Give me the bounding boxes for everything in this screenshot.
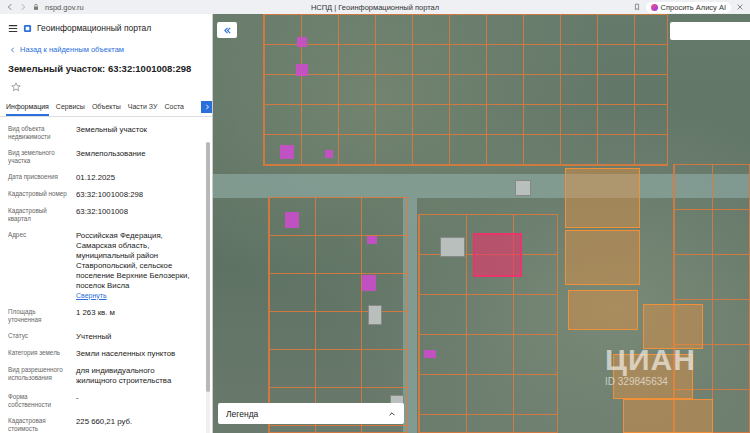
- info-label: Статус: [8, 332, 70, 342]
- info-value: 63:32:1001008: [76, 207, 192, 224]
- extensions-icon[interactable]: [736, 3, 744, 11]
- parcel[interactable]: [643, 304, 703, 349]
- info-label: Вид объекта недвижимости: [8, 125, 70, 142]
- lock-icon: [32, 3, 40, 11]
- tab[interactable]: Части ЗУ: [128, 101, 158, 116]
- tab[interactable]: Соста: [164, 101, 183, 116]
- address-bar[interactable]: nspd.gov.ru: [45, 3, 84, 12]
- tab-bar: Информация Сервисы Объекты Части ЗУ Соста: [0, 101, 212, 117]
- alisa-icon: [651, 4, 658, 11]
- info-label: Адрес: [8, 231, 70, 301]
- back-link[interactable]: Назад к найденным объектам: [0, 37, 212, 54]
- info-value: -: [76, 393, 192, 410]
- info-label: Дата присвоения: [8, 173, 70, 183]
- info-value: Землепользование: [76, 149, 192, 166]
- info-label: Категория земель: [8, 349, 70, 359]
- portal-logo-icon: [23, 24, 32, 33]
- back-arrow-icon[interactable]: [6, 3, 14, 11]
- info-row: Категория земель Земли населенных пункто…: [8, 345, 192, 362]
- chevron-right-icon: [204, 104, 210, 110]
- building[interactable]: [280, 145, 294, 159]
- hamburger-menu-icon[interactable]: [8, 24, 18, 33]
- house-roof: [368, 305, 382, 325]
- tab[interactable]: Информация: [6, 101, 49, 116]
- info-value: Земли населенных пунктов: [76, 349, 192, 359]
- map-search-field[interactable]: [670, 22, 750, 40]
- favorite-star-icon[interactable]: [11, 82, 21, 92]
- building[interactable]: [362, 275, 376, 291]
- info-row: Площадь уточненная 1 263 кв. м: [8, 304, 192, 328]
- info-value: 63:32:1001008:298: [76, 190, 192, 200]
- tab[interactable]: Объекты: [92, 101, 121, 116]
- building[interactable]: [325, 150, 333, 158]
- info-row: Дата присвоения 01.12.2025: [8, 169, 192, 186]
- map-view[interactable]: ЦИАН ID 329845634 Легенда: [213, 14, 750, 433]
- watermark: ЦИАН ID 329845634: [605, 344, 696, 387]
- tab[interactable]: Сервисы: [56, 101, 85, 116]
- parcel[interactable]: [565, 230, 640, 285]
- info-row: Вид земельного участка Землепользование: [8, 145, 192, 169]
- tabs-scroll-button[interactable]: [201, 101, 212, 113]
- house-roof: [440, 237, 465, 257]
- info-label: Площадь уточненная: [8, 308, 70, 325]
- info-value: Земельный участок: [76, 125, 192, 142]
- building[interactable]: [424, 350, 436, 358]
- info-label: Вид разрешенного использования: [8, 366, 70, 386]
- info-label: Кадастровый номер: [8, 190, 70, 200]
- scrollbar-thumb[interactable]: [206, 142, 210, 392]
- info-row: Адрес Российская Федерация, Самарская об…: [8, 227, 192, 304]
- info-label: Кадастровая стоимость: [8, 417, 70, 433]
- collapse-link[interactable]: Свернуть: [76, 291, 192, 301]
- building[interactable]: [296, 64, 308, 76]
- info-value: 225 660,21 руб.: [76, 417, 192, 433]
- object-title: Земельный участок: 63:32:1001008:298: [0, 54, 212, 74]
- selected-parcel[interactable]: [473, 233, 522, 277]
- info-value: 01.12.2025: [76, 173, 192, 183]
- double-chevron-left-icon: [223, 26, 232, 35]
- house-roof: [515, 180, 531, 196]
- bookmark-icon[interactable]: [633, 3, 641, 11]
- chevron-up-icon: [388, 410, 396, 418]
- info-value: для индивидуального жилищного строительс…: [76, 366, 192, 386]
- info-row: Кадастровый квартал 63:32:1001008: [8, 203, 192, 227]
- building[interactable]: [367, 236, 377, 244]
- forward-arrow-icon[interactable]: [19, 3, 27, 11]
- object-panel: Геоинформационный портал Назад к найденн…: [0, 14, 213, 433]
- parcel-grid: [263, 14, 668, 166]
- info-row: Вид разрешенного использования для индив…: [8, 362, 192, 389]
- collapse-panel-button[interactable]: [217, 22, 237, 38]
- info-value: Учтенный: [76, 332, 192, 342]
- building[interactable]: [297, 37, 307, 47]
- legend-bar[interactable]: Легенда: [218, 403, 404, 424]
- info-value: 1 263 кв. м: [76, 308, 192, 325]
- browser-window: nspd.gov.ru НСПД | Геоинформационный пор…: [0, 0, 750, 433]
- info-value: Российская Федерация, Самарская область,…: [76, 231, 192, 301]
- info-row: Статус Учтенный: [8, 328, 192, 345]
- info-row: Форма собственности -: [8, 389, 192, 413]
- info-row: Кадастровая стоимость 225 660,21 руб.: [8, 413, 192, 433]
- parcel[interactable]: [568, 290, 638, 330]
- parcel[interactable]: [565, 168, 640, 228]
- info-list: Вид объекта недвижимости Земельный участ…: [0, 117, 200, 433]
- scrollbar[interactable]: [206, 142, 210, 433]
- info-label: Вид земельного участка: [8, 149, 70, 166]
- info-row: Вид объекта недвижимости Земельный участ…: [8, 121, 192, 145]
- parcel[interactable]: [623, 399, 713, 433]
- chevron-left-icon: [10, 47, 16, 53]
- browser-toolbar: nspd.gov.ru НСПД | Геоинформационный пор…: [0, 0, 750, 14]
- info-row: Кадастровый номер 63:32:1001008:298: [8, 186, 192, 203]
- building[interactable]: [285, 212, 299, 228]
- info-label: Форма собственности: [8, 393, 70, 410]
- app-header: Геоинформационный портал: [0, 14, 212, 37]
- info-label: Кадастровый квартал: [8, 207, 70, 224]
- assistant-button[interactable]: Спросить Алису AI: [646, 2, 731, 13]
- parcel-grid: [268, 197, 408, 433]
- road: [213, 174, 750, 198]
- page-title: НСПД | Геоинформационный портал: [212, 3, 538, 12]
